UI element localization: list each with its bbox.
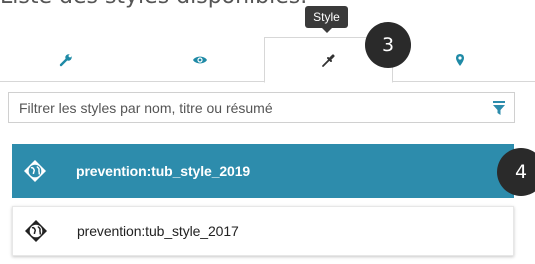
style-globe-icon — [25, 220, 47, 242]
tab-location[interactable] — [395, 37, 525, 82]
eye-icon — [193, 56, 207, 63]
eyedropper-icon — [322, 54, 335, 67]
style-list-item[interactable]: prevention:tub_style_2019 — [12, 144, 514, 198]
filter-input[interactable] — [9, 93, 479, 122]
map-marker-icon — [456, 53, 464, 66]
tab-settings[interactable] — [6, 37, 126, 82]
style-globe-icon — [24, 160, 46, 182]
wrench-icon — [59, 53, 72, 66]
style-tooltip: Style — [305, 6, 348, 33]
style-list-item[interactable]: prevention:tub_style_2017 — [12, 206, 514, 256]
style-name: prevention:tub_style_2019 — [76, 163, 251, 179]
filter-icon[interactable] — [492, 100, 506, 116]
step-badge-3: 3 — [365, 22, 411, 68]
tab-display[interactable] — [138, 37, 262, 82]
tab-bar — [0, 37, 535, 83]
filter-box — [8, 92, 515, 123]
style-name: prevention:tub_style_2017 — [77, 223, 239, 239]
